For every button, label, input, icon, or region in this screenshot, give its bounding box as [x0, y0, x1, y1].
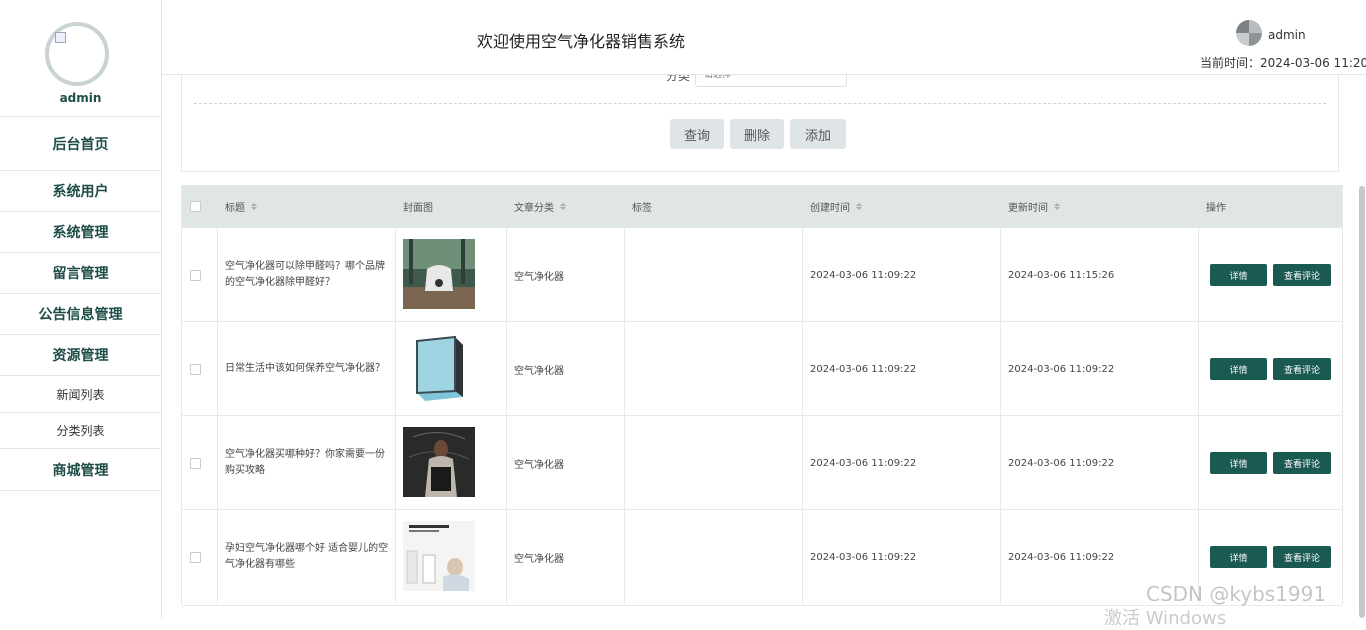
sidebar-item-home[interactable]: 后台首页 [0, 116, 161, 170]
top-header: 欢迎使用空气净化器销售系统 admin 当前时间：2024-03-06 11:2… [162, 0, 1366, 75]
row-category: 空气净化器 [514, 553, 564, 565]
sidebar-item-messages[interactable]: 留言管理 [0, 252, 161, 293]
sidebar-item-mall[interactable]: 商城管理 [0, 448, 161, 491]
windows-activation-watermark: 激活 Windows [1104, 608, 1227, 629]
view-comments-button[interactable]: 查看评论 [1273, 264, 1331, 286]
table-header: 标题 封面图 文章分类 标签 创建时间 更新时间 操作 [182, 185, 1342, 227]
select-all-checkbox[interactable] [190, 201, 201, 212]
row-category: 空气净化器 [514, 271, 564, 283]
row-checkbox[interactable] [190, 364, 201, 375]
row-created: 2024-03-06 11:09:22 [810, 551, 917, 563]
column-cover: 封面图 [403, 202, 433, 214]
row-checkbox[interactable] [190, 270, 201, 281]
view-comments-button[interactable]: 查看评论 [1273, 452, 1331, 474]
column-tag: 标签 [632, 202, 652, 214]
row-updated: 2024-03-06 11:09:22 [1008, 363, 1115, 375]
row-updated: 2024-03-06 11:09:22 [1008, 551, 1115, 563]
column-created[interactable]: 创建时间 [810, 185, 862, 227]
view-comments-button[interactable]: 查看评论 [1273, 546, 1331, 568]
detail-button[interactable]: 详情 [1210, 546, 1267, 568]
page-scrollbar[interactable] [1359, 186, 1365, 618]
cover-image [403, 427, 475, 497]
detail-button[interactable]: 详情 [1210, 358, 1267, 380]
add-button[interactable]: 添加 [790, 119, 846, 149]
row-created: 2024-03-06 11:09:22 [810, 363, 917, 375]
broken-image-icon [55, 32, 66, 43]
detail-button[interactable]: 详情 [1210, 452, 1267, 474]
delete-button[interactable]: 删除 [730, 119, 784, 149]
column-actions: 操作 [1206, 202, 1226, 214]
table-row: 空气净化器买哪种好？你家需要一份购买攻略 空气净化器 2024-03-06 11… [182, 415, 1342, 510]
user-avatar[interactable] [1236, 20, 1262, 46]
row-title: 孕妇空气净化器哪个好 适合婴儿的空气净化器有哪些 [225, 543, 389, 570]
sidebar-username: admin [59, 91, 102, 105]
cover-image [403, 333, 475, 403]
row-category: 空气净化器 [514, 365, 564, 377]
divider [194, 103, 1326, 104]
sidebar-item-category-list[interactable]: 分类列表 [0, 412, 161, 448]
row-updated: 2024-03-06 11:15:26 [1008, 269, 1115, 281]
table-row: 空气净化器可以除甲醛吗？哪个品牌的空气净化器除甲醛好？ 空气净化器 2024-0… [182, 227, 1342, 322]
sidebar-avatar [45, 22, 109, 86]
cover-image [403, 521, 475, 591]
query-button[interactable]: 查询 [670, 119, 724, 149]
news-table: 标题 封面图 文章分类 标签 创建时间 更新时间 操作 空气净化器可以除甲醛吗？… [181, 185, 1343, 606]
sort-icon[interactable] [1054, 202, 1060, 210]
column-updated[interactable]: 更新时间 [1008, 185, 1060, 227]
view-comments-button[interactable]: 查看评论 [1273, 358, 1331, 380]
row-checkbox[interactable] [190, 552, 201, 563]
row-created: 2024-03-06 11:09:22 [810, 269, 917, 281]
page-title: 欢迎使用空气净化器销售系统 [477, 32, 686, 51]
detail-button[interactable]: 详情 [1210, 264, 1267, 286]
current-time: 当前时间：2024-03-06 11:20:12 [1200, 56, 1366, 70]
sidebar-menu: 后台首页 系统用户 系统管理 留言管理 公告信息管理 资源管理 新闻列表 分类列… [0, 116, 161, 491]
row-created: 2024-03-06 11:09:22 [810, 457, 917, 469]
sidebar: admin 后台首页 系统用户 系统管理 留言管理 公告信息管理 资源管理 新闻… [0, 0, 162, 618]
sidebar-item-announcements[interactable]: 公告信息管理 [0, 293, 161, 334]
cover-image [403, 239, 475, 309]
sort-icon[interactable] [251, 202, 257, 210]
table-row: 日常生活中该如何保养空气净化器？ 空气净化器 2024-03-06 11:09:… [182, 321, 1342, 416]
header-username[interactable]: admin [1268, 28, 1306, 42]
row-checkbox[interactable] [190, 458, 201, 469]
row-title: 空气净化器可以除甲醛吗？哪个品牌的空气净化器除甲醛好？ [225, 261, 385, 288]
csdn-watermark: CSDN @kybs1991 [1146, 582, 1327, 606]
sidebar-item-system-users[interactable]: 系统用户 [0, 170, 161, 211]
row-title: 空气净化器买哪种好？你家需要一份购买攻略 [225, 449, 385, 476]
sidebar-item-news-list[interactable]: 新闻列表 [0, 375, 161, 412]
sidebar-item-resources[interactable]: 资源管理 [0, 334, 161, 375]
sort-icon[interactable] [560, 202, 566, 210]
sidebar-item-system-management[interactable]: 系统管理 [0, 211, 161, 252]
row-updated: 2024-03-06 11:09:22 [1008, 457, 1115, 469]
column-title[interactable]: 标题 [225, 185, 257, 227]
column-category[interactable]: 文章分类 [514, 185, 566, 227]
row-category: 空气净化器 [514, 459, 564, 471]
row-title: 日常生活中该如何保养空气净化器？ [225, 363, 385, 374]
sort-icon[interactable] [856, 202, 862, 210]
